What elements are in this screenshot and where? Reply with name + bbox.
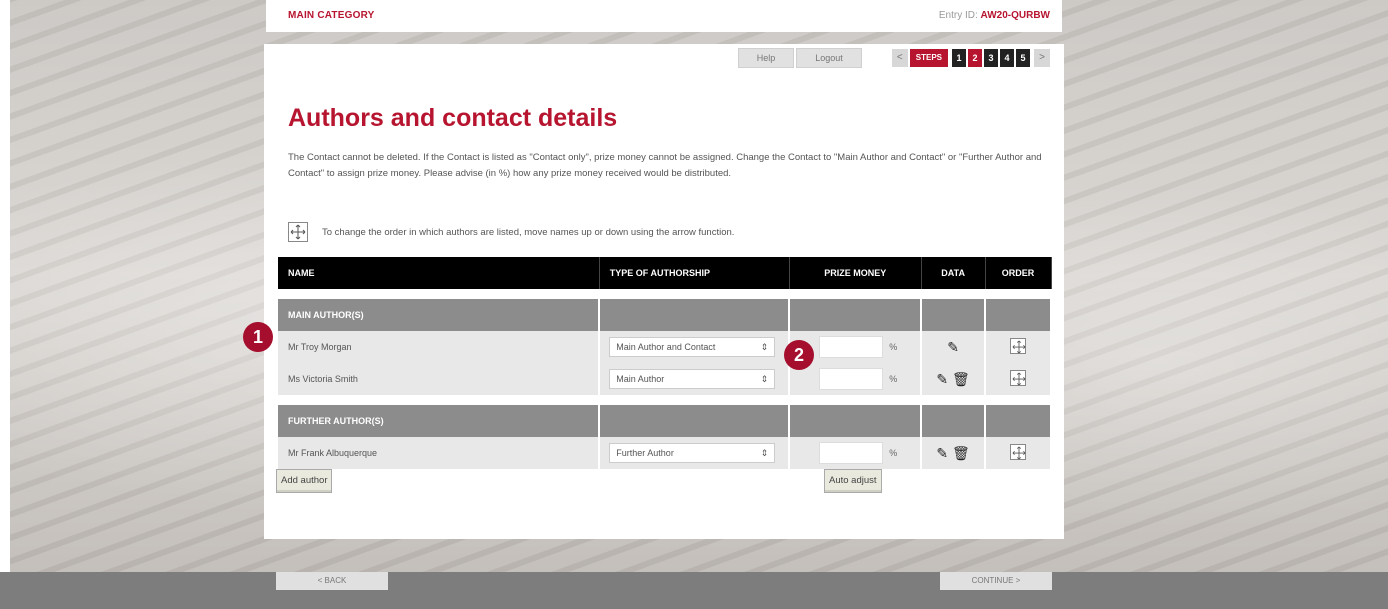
authorship-select-value: Main Author [616,374,665,384]
delete-trash-icon[interactable]: 🗑 [952,445,970,461]
top-navigation: Help Logout < STEPS 1 2 3 4 5 > [737,48,1052,68]
step-2-active[interactable]: 2 [968,49,982,67]
authorship-select[interactable]: Main Author and Contact ⇕ [609,337,776,357]
auto-adjust-button[interactable]: Auto adjust [824,469,882,493]
edit-pencil-icon[interactable]: ✎ [936,371,948,387]
step-4[interactable]: 4 [1000,49,1014,67]
callout-marker-2: 2 [784,340,814,370]
next-step-arrow[interactable]: > [1034,49,1050,67]
author-name: Mr Troy Morgan [278,331,601,363]
entry-id: Entry ID: AW20-QURBW [939,10,1050,21]
top-bar: MAIN CATEGORY Entry ID: AW20-QURBW [266,0,1062,32]
move-arrows-icon[interactable] [1010,444,1027,460]
main-authors-group-label: MAIN AUTHOR(S) [278,299,601,331]
logout-button[interactable]: Logout [796,48,862,68]
move-arrows-icon[interactable] [1010,338,1027,354]
steps-label: STEPS [909,49,948,67]
percent-sign: % [889,448,898,458]
step-1[interactable]: 1 [952,49,966,67]
table-row: Mr Troy Morgan Main Author and Contact ⇕ … [278,331,1052,363]
step-3[interactable]: 3 [984,49,998,67]
edit-pencil-icon[interactable]: ✎ [936,445,948,461]
continue-button[interactable]: CONTINUE > [940,572,1052,590]
authorship-select-value: Further Author [616,448,674,458]
select-arrows-icon: ⇕ [760,447,769,458]
footer-bar: < BACK CONTINUE > [0,572,1388,609]
further-authors-group-row: FURTHER AUTHOR(S) [278,405,1052,437]
further-authors-group-label: FURTHER AUTHOR(S) [278,405,601,437]
percent-sign: % [889,374,898,384]
content-panel: Help Logout < STEPS 1 2 3 4 5 > Authors … [264,44,1064,539]
percent-sign: % [889,342,898,352]
page-description: The Contact cannot be deleted. If the Co… [288,152,1042,179]
authorship-select[interactable]: Main Author ⇕ [609,369,776,389]
order-hint-text: To change the order in which authors are… [322,226,735,238]
select-arrows-icon: ⇕ [760,341,769,352]
main-category-label: MAIN CATEGORY [288,10,375,21]
move-arrows-icon[interactable] [1010,370,1027,386]
select-arrows-icon: ⇕ [760,373,769,384]
help-button[interactable]: Help [737,48,795,68]
edit-pencil-icon[interactable]: ✎ [947,339,959,355]
prize-money-input[interactable] [819,442,884,464]
header-type: TYPE OF AUTHORSHIP [599,257,790,289]
author-name: Ms Victoria Smith [278,363,601,395]
delete-trash-icon[interactable]: 🗑 [952,371,970,387]
prize-money-input[interactable] [819,368,884,390]
order-hint: To change the order in which authors are… [288,222,734,242]
back-button[interactable]: < BACK [276,572,388,590]
author-name: Mr Frank Albuquerque [278,437,601,469]
header-name: NAME [278,257,600,289]
main-authors-group-row: MAIN AUTHOR(S) [278,299,1052,331]
entry-id-label: Entry ID: [938,10,978,21]
table-row: Mr Frank Albuquerque Further Author ⇕ % ✎… [278,437,1052,469]
header-prize: PRIZE MONEY [789,257,922,289]
prize-money-input[interactable] [819,336,884,358]
page-title: Authors and contact details [288,104,618,132]
left-edge [0,0,10,609]
prev-step-arrow[interactable]: < [891,49,908,67]
entry-id-value: AW20-QURBW [980,10,1050,21]
move-arrows-icon [288,222,308,242]
step-5[interactable]: 5 [1016,49,1030,67]
header-order: ORDER [985,257,1052,289]
header-data: DATA [921,257,986,289]
authorship-select[interactable]: Further Author ⇕ [609,443,776,463]
authorship-select-value: Main Author and Contact [616,342,716,352]
table-row: Ms Victoria Smith Main Author ⇕ % ✎ 🗑 [278,363,1052,395]
add-author-button[interactable]: Add author [276,469,333,493]
callout-marker-1: 1 [243,322,273,352]
authors-table: NAME TYPE OF AUTHORSHIP PRIZE MONEY DATA… [278,257,1052,469]
table-header-row: NAME TYPE OF AUTHORSHIP PRIZE MONEY DATA… [278,257,1052,289]
